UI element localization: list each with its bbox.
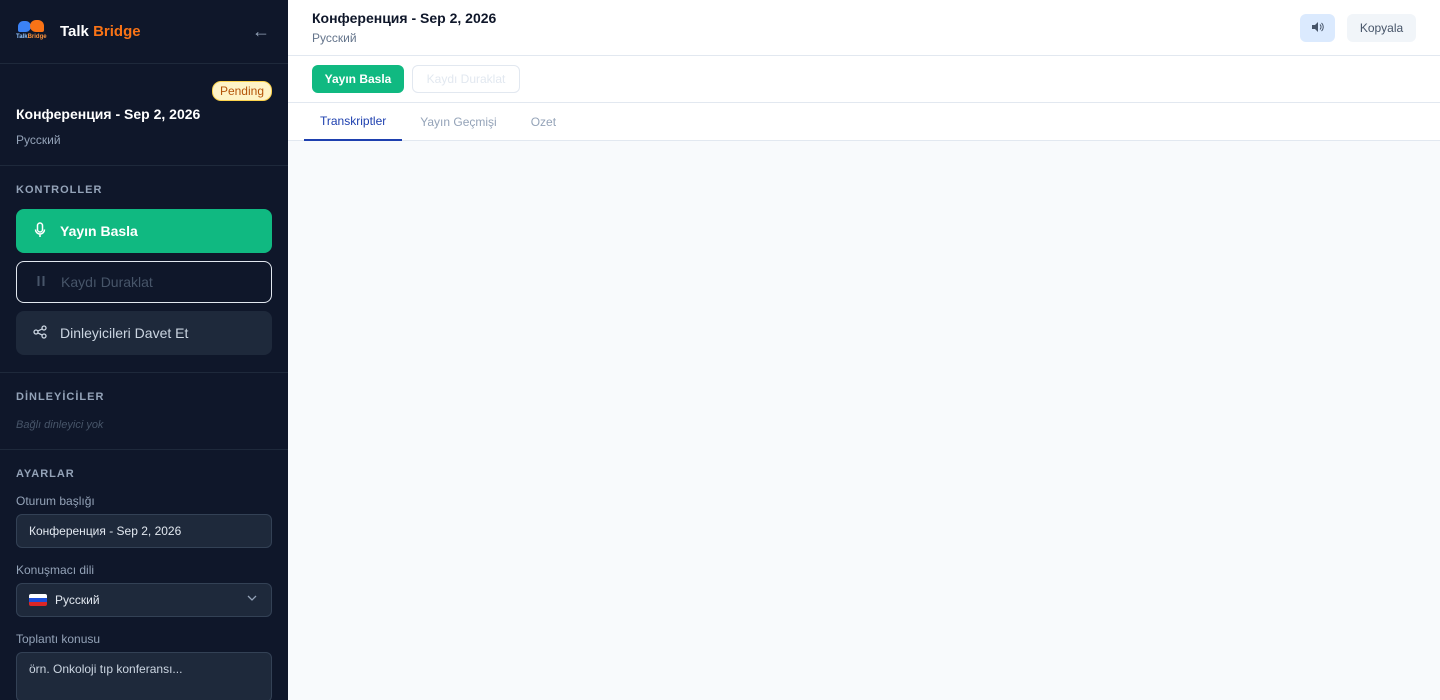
speaker-button[interactable] bbox=[1300, 14, 1335, 42]
session-title-input[interactable]: Конференция - Sep 2, 2026 bbox=[16, 514, 272, 548]
listeners-heading: DİNLEYİCİLER bbox=[16, 391, 105, 403]
russia-flag-icon bbox=[29, 594, 47, 606]
controls-section: KONTROLLER Yayın Basla Kaydı Duraklat Di… bbox=[0, 166, 288, 373]
speaker-language-value: Русский bbox=[55, 593, 100, 607]
invite-listeners-label: Dinleyicileri Davet Et bbox=[60, 325, 189, 341]
chevron-down-icon bbox=[247, 593, 257, 604]
microphone-icon bbox=[32, 221, 48, 241]
sidebar: TalkBridge Talk Bridge ← Pending Конфере… bbox=[0, 0, 288, 700]
pause-recording-button-top[interactable]: Kaydı Duraklat bbox=[412, 65, 520, 93]
controls-heading: KONTROLLER bbox=[16, 184, 103, 196]
share-icon bbox=[32, 324, 48, 342]
start-broadcast-button-top[interactable]: Yayın Basla bbox=[312, 65, 404, 93]
tab-transcripts[interactable]: Transkriptler bbox=[304, 103, 403, 141]
main-panel: Конференция - Sep 2, 2026 Русский Kopyal… bbox=[288, 0, 1440, 700]
top-bar: Конференция - Sep 2, 2026 Русский Kopyal… bbox=[288, 0, 1440, 56]
settings-section: AYARLAR Oturum başlığı Конференция - Sep… bbox=[0, 450, 288, 700]
session-title: Конференция - Sep 2, 2026 bbox=[16, 106, 201, 122]
start-broadcast-button[interactable]: Yayın Basla bbox=[16, 209, 272, 253]
action-bar: Yayın Basla Kaydı Duraklat bbox=[288, 56, 1440, 103]
status-badge: Pending bbox=[211, 81, 272, 101]
start-broadcast-label: Yayın Basla bbox=[60, 223, 138, 239]
tab-summary[interactable]: Ozet bbox=[515, 103, 572, 141]
page-title: Конференция - Sep 2, 2026 bbox=[312, 10, 497, 26]
copy-button[interactable]: Kopyala bbox=[1347, 14, 1416, 42]
pause-recording-button[interactable]: Kaydı Duraklat bbox=[16, 261, 272, 303]
brand-header: TalkBridge Talk Bridge ← bbox=[0, 0, 288, 64]
listeners-section: DİNLEYİCİLER Bağlı dinleyici yok bbox=[0, 373, 288, 450]
page-language: Русский bbox=[312, 31, 357, 45]
session-title-label: Oturum başlığı bbox=[16, 494, 95, 508]
settings-heading: AYARLAR bbox=[16, 468, 75, 480]
tab-broadcast-history[interactable]: Yayın Geçmişi bbox=[404, 103, 512, 141]
listeners-empty-text: Bağlı dinleyici yok bbox=[16, 419, 104, 431]
meeting-topic-label: Toplantı konusu bbox=[16, 632, 101, 646]
session-language: Русский bbox=[16, 133, 61, 147]
session-info: Pending Конференция - Sep 2, 2026 Русски… bbox=[0, 64, 288, 166]
meeting-topic-textarea[interactable]: örn. Onkoloji tıp konferansı... bbox=[16, 652, 272, 700]
transcript-content-area bbox=[288, 141, 1440, 700]
pause-icon bbox=[33, 275, 49, 290]
arrow-left-icon[interactable]: ← bbox=[252, 20, 270, 42]
tab-bar: Transkriptler Yayın Geçmişi Ozet bbox=[288, 103, 1440, 141]
brand-name: Talk Bridge bbox=[60, 23, 141, 40]
talkbridge-logo: TalkBridge bbox=[16, 19, 48, 45]
invite-listeners-button[interactable]: Dinleyicileri Davet Et bbox=[16, 311, 272, 355]
speaker-icon bbox=[1311, 21, 1324, 36]
pause-recording-label: Kaydı Duraklat bbox=[61, 274, 153, 290]
speaker-language-label: Konuşmacı dili bbox=[16, 563, 95, 577]
speaker-language-select[interactable]: Русский bbox=[16, 583, 272, 617]
